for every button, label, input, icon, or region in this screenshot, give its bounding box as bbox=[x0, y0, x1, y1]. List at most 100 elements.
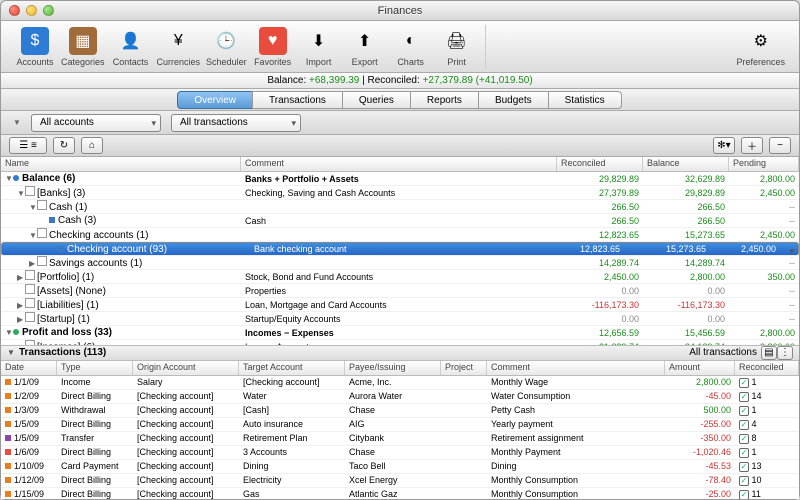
disclosure-icon[interactable]: ▼ bbox=[29, 203, 37, 212]
toolbar-accounts[interactable]: $Accounts bbox=[13, 25, 57, 69]
account-balance: 15,273.65 bbox=[624, 241, 710, 257]
toolbar-charts[interactable]: ◐Charts bbox=[389, 25, 433, 69]
tab-transactions[interactable]: Transactions bbox=[252, 91, 343, 109]
reconciled-checkbox[interactable]: ✓ bbox=[739, 476, 749, 486]
titlebar[interactable]: Finances bbox=[1, 1, 799, 21]
account-row[interactable]: Cash (3)Cash266.50266.50-- bbox=[1, 214, 799, 228]
reconciled-checkbox[interactable]: ✓ bbox=[739, 448, 749, 458]
reconciled-checkbox[interactable]: ✓ bbox=[739, 392, 749, 402]
reconciled-checkbox[interactable]: ✓ bbox=[739, 490, 749, 499]
status-balance: +68,399.39 bbox=[309, 75, 359, 86]
account-tree[interactable]: ▼Balance (6)Banks + Portfolio + Assets29… bbox=[1, 172, 799, 345]
accounts-icon: $ bbox=[21, 27, 49, 55]
disclosure-icon[interactable]: ▶ bbox=[29, 259, 37, 268]
disclosure-icon[interactable]: ▶ bbox=[17, 273, 25, 282]
toolbar-currencies[interactable]: ¥Currencies bbox=[155, 25, 203, 69]
account-row[interactable]: ▶[Startup] (1)Startup/Equity Accounts0.0… bbox=[1, 312, 799, 326]
zoom-icon[interactable] bbox=[43, 5, 54, 16]
view-mode-toggle[interactable]: ☰ ≡ bbox=[9, 137, 47, 154]
account-row[interactable]: ▼Cash (1)266.50266.50-- bbox=[1, 200, 799, 214]
account-row[interactable]: ▼[Banks] (3)Checking, Saving and Cash Ac… bbox=[1, 186, 799, 200]
account-row[interactable]: ▶[Liabilities] (1)Loan, Mortgage and Car… bbox=[1, 298, 799, 312]
transactions-header[interactable]: ▼ Transactions (113) All transactions ▤ … bbox=[1, 345, 799, 361]
view-tabs: OverviewTransactionsQueriesReportsBudget… bbox=[1, 89, 799, 111]
disclosure-icon[interactable]: ▶ bbox=[17, 301, 25, 310]
toolbar-favorites[interactable]: ♥Favorites bbox=[251, 25, 295, 69]
tcol-target[interactable]: Target Account bbox=[239, 361, 345, 375]
toolbar-print[interactable]: 🖨Print bbox=[435, 25, 479, 69]
transaction-row[interactable]: 1/10/09Card Payment[Checking account]Din… bbox=[1, 460, 799, 474]
disclosure-icon[interactable]: ▼ bbox=[5, 174, 13, 183]
tab-queries[interactable]: Queries bbox=[342, 91, 411, 109]
tab-statistics[interactable]: Statistics bbox=[548, 91, 622, 109]
account-pending: -- bbox=[729, 216, 799, 226]
transaction-row[interactable]: 1/6/09Direct Billing[Checking account]3 … bbox=[1, 446, 799, 460]
close-icon[interactable] bbox=[9, 5, 20, 16]
transaction-row[interactable]: 1/15/09Direct Billing[Checking account]G… bbox=[1, 488, 799, 499]
transaction-row[interactable]: 1/2/09Direct Billing[Checking account]Wa… bbox=[1, 390, 799, 404]
col-balance[interactable]: Balance bbox=[643, 157, 729, 171]
transaction-filter-select[interactable]: All transactions bbox=[171, 114, 301, 132]
disclosure-icon[interactable]: ▼ bbox=[29, 231, 37, 240]
account-reconciled: 266.50 bbox=[557, 202, 643, 212]
reconciled-checkbox[interactable]: ✓ bbox=[739, 434, 749, 444]
col-pending[interactable]: Pending bbox=[729, 157, 799, 171]
minimize-icon[interactable] bbox=[26, 5, 37, 16]
transaction-row[interactable]: 1/12/09Direct Billing[Checking account]E… bbox=[1, 474, 799, 488]
tcol-amount[interactable]: Amount bbox=[665, 361, 735, 375]
tcol-comment[interactable]: Comment bbox=[487, 361, 665, 375]
transaction-row[interactable]: 1/1/09IncomeSalary[Checking account]Acme… bbox=[1, 376, 799, 390]
tcol-payee[interactable]: Payee/Issuing bbox=[345, 361, 441, 375]
disclosure-icon[interactable]: ▼ bbox=[17, 189, 25, 198]
col-reconciled[interactable]: Reconciled bbox=[557, 157, 643, 171]
account-balance: 14,289.74 bbox=[643, 258, 729, 268]
toolbar-preferences[interactable]: ⚙ Preferences bbox=[734, 25, 787, 69]
account-row[interactable]: ▶Savings accounts (1)14,289.7414,289.74-… bbox=[1, 256, 799, 270]
remove-button[interactable]: − bbox=[769, 137, 791, 154]
toolbar-categories[interactable]: ▦Categories bbox=[59, 25, 107, 69]
col-comment[interactable]: Comment bbox=[241, 157, 557, 171]
transaction-row[interactable]: 1/5/09Direct Billing[Checking account]Au… bbox=[1, 418, 799, 432]
toolbar-scheduler[interactable]: 🕒Scheduler bbox=[204, 25, 249, 69]
transaction-row[interactable]: 1/3/09Withdrawal[Checking account][Cash]… bbox=[1, 404, 799, 418]
tab-reports[interactable]: Reports bbox=[410, 91, 479, 109]
disclosure-icon[interactable]: ▼ bbox=[5, 328, 13, 337]
trans-options[interactable]: ⋮ bbox=[777, 346, 793, 360]
tcol-project[interactable]: Project bbox=[441, 361, 487, 375]
account-filter-select[interactable]: All accounts bbox=[31, 114, 161, 132]
chevron-down-icon[interactable]: ▼ bbox=[13, 118, 21, 127]
col-name[interactable]: Name bbox=[1, 157, 241, 171]
settings-button[interactable]: ✻▾ bbox=[713, 137, 735, 154]
tcol-date[interactable]: Date bbox=[1, 361, 57, 375]
account-comment: Stock, Bond and Fund Accounts bbox=[241, 272, 557, 282]
transaction-list[interactable]: 1/1/09IncomeSalary[Checking account]Acme… bbox=[1, 376, 799, 499]
folder-icon bbox=[25, 284, 35, 294]
disclosure-icon[interactable]: ▶ bbox=[17, 315, 25, 324]
tcol-type[interactable]: Type bbox=[57, 361, 133, 375]
status-reconciled: +27,379.89 bbox=[423, 75, 473, 86]
toolbar-import[interactable]: ⬇Import bbox=[297, 25, 341, 69]
reconciled-checkbox[interactable]: ✓ bbox=[739, 406, 749, 416]
tcol-reconciled[interactable]: Reconciled bbox=[735, 361, 799, 375]
reconciled-checkbox[interactable]: ✓ bbox=[739, 378, 749, 388]
refresh-button[interactable]: ↻ bbox=[53, 137, 75, 154]
toolbar-export[interactable]: ⬆Export bbox=[343, 25, 387, 69]
chevron-down-icon[interactable]: ▼ bbox=[7, 348, 15, 357]
toolbar-contacts[interactable]: 👤Contacts bbox=[109, 25, 153, 69]
tab-overview[interactable]: Overview bbox=[177, 91, 253, 109]
reconciled-checkbox[interactable]: ✓ bbox=[739, 462, 749, 472]
transaction-amount: 2,800.00 bbox=[665, 377, 735, 387]
account-row[interactable]: Checking account (93)Bank checking accou… bbox=[1, 242, 799, 256]
account-row[interactable]: ▼Balance (6)Banks + Portfolio + Assets29… bbox=[1, 172, 799, 186]
account-row[interactable]: [Assets] (None)Properties0.000.00-- bbox=[1, 284, 799, 298]
reconciled-checkbox[interactable]: ✓ bbox=[739, 420, 749, 430]
home-button[interactable]: ⌂ bbox=[81, 137, 103, 154]
transaction-row[interactable]: 1/5/09Transfer[Checking account]Retireme… bbox=[1, 432, 799, 446]
tab-budgets[interactable]: Budgets bbox=[478, 91, 549, 109]
tcol-origin[interactable]: Origin Account bbox=[133, 361, 239, 375]
add-button[interactable]: ＋ bbox=[741, 137, 763, 154]
account-row[interactable]: ▼Profit and loss (33)Incomes − Expenses1… bbox=[1, 326, 799, 340]
trans-view-toggle[interactable]: ▤ bbox=[761, 346, 777, 360]
account-reconciled: 29,829.89 bbox=[557, 174, 643, 184]
account-row[interactable]: ▶[Portfolio] (1)Stock, Bond and Fund Acc… bbox=[1, 270, 799, 284]
